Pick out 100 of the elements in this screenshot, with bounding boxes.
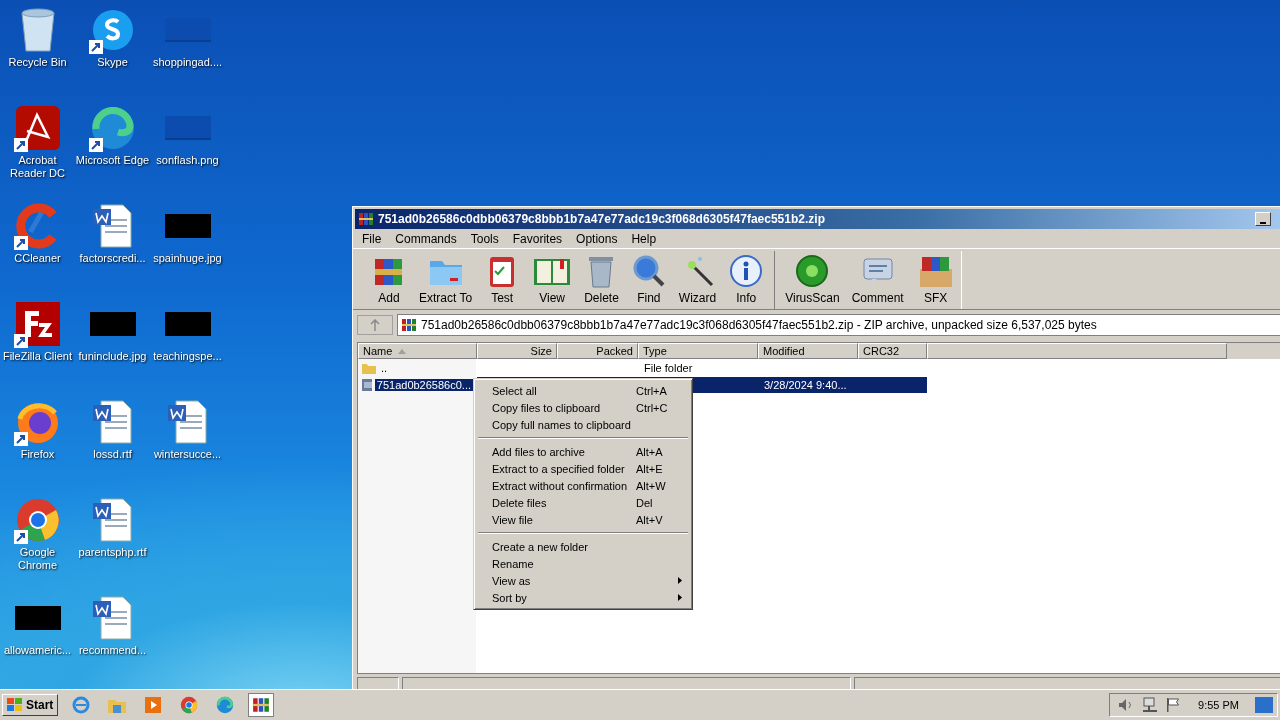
thumbnail-icon [164,18,211,42]
desktop-icon[interactable]: funinclude.jpg [75,300,150,398]
window-title: 751ad0b26586c0dbb06379c8bbb1b7a47e77adc19c3f068d6305f47faec551b2.zip [378,212,826,226]
shortcut-arrow-icon [88,40,103,54]
desktop-icon-label: lossd.rtf [92,448,133,461]
media-player-icon [145,697,162,713]
toolbar-button[interactable]: Test [478,251,527,309]
toolbar-button[interactable]: View [526,251,579,309]
column-header[interactable]: Packed [557,343,638,359]
word-document-icon [90,203,135,249]
word-document-icon [90,497,135,543]
desktop-icon[interactable]: Skype [75,6,150,104]
info-icon [728,253,765,289]
context-menu-item[interactable]: Add files to archive Alt+A [476,443,690,460]
desktop-icon[interactable]: sonflash.png [150,104,225,202]
context-menu-item[interactable]: Sort by [476,589,690,606]
desktop-icon-label: Google Chrome [16,546,59,572]
toolbar-button[interactable]: Add [365,251,413,309]
chrome-icon [180,696,199,714]
acrobat-icon [14,105,61,151]
toolbar-button[interactable]: Comment [845,251,910,309]
column-header[interactable]: CRC32 [858,343,927,359]
menu-item[interactable]: Commands [388,231,464,246]
context-menu-item[interactable]: Copy files to clipboard Ctrl+C [476,399,690,416]
context-menu-item[interactable]: Extract to a specified folder Alt+E [476,460,690,477]
desktop-icon-label: spainhuge.jpg [152,252,223,265]
windows-logo-icon [7,698,23,712]
menu-item[interactable]: Help [624,231,664,246]
clock: 9:55 PM [1198,699,1239,711]
start-button[interactable]: Start [2,694,59,716]
folder-icon [108,697,127,713]
menu-item[interactable]: Tools [463,231,506,246]
context-menu-item[interactable]: Extract without confirmation Alt+W [476,477,690,494]
desktop-icon[interactable]: lossd.rtf [75,398,150,496]
thumbnail-icon [164,214,211,238]
context-menu-item[interactable]: View as [476,572,690,589]
toolbar-button[interactable]: Wizard [672,251,723,309]
taskbar-icon[interactable] [248,693,275,717]
desktop-icon[interactable]: wintersucce... [150,398,225,496]
column-header[interactable]: Modified [758,343,858,359]
desktop-icon-label: factorscredi... [78,252,147,265]
column-header[interactable]: Size [477,343,557,359]
edge-icon [216,696,235,714]
toolbar-button[interactable]: Delete [578,251,625,309]
filezilla-icon [14,301,61,347]
toolbar-button[interactable]: SFX [909,251,962,309]
shortcut-arrow-icon [13,334,28,348]
shortcut-arrow-icon [13,138,28,152]
desktop-icon-label: Acrobat Reader DC [9,154,66,180]
table-cell-text: File folder [643,362,694,374]
context-menu-item[interactable]: Select all Ctrl+A [476,382,690,399]
folder-icon [362,362,376,374]
column-header[interactable]: Type [638,343,758,359]
desktop-icon[interactable]: factorscredi... [75,202,150,300]
minimize-button[interactable] [1255,212,1271,226]
desktop-icon-label: wintersucce... [152,448,223,461]
desktop-icon-label: Skype [96,56,129,69]
desktop-icon[interactable]: teachingspe... [150,300,225,398]
desktop-icon-label: allowameric... [2,644,73,657]
desktop-icon[interactable]: Microsoft Edge [75,104,150,202]
toolbar-button[interactable]: Extract To [413,251,479,309]
toolbar-button[interactable]: Info [722,251,771,309]
file-icon [362,379,372,391]
address-field[interactable]: 751ad0b26586c0dbb06379c8bbb1b7a47e77adc19c3f068d6305f47faec551b2.zip - ZIP archive, unpacked size 6,537,025 bytes [397,314,1280,336]
archive-icon [358,211,374,227]
desktop-icon[interactable]: Acrobat Reader DC [0,104,75,202]
thumbnail-icon [164,312,211,336]
context-menu-item[interactable]: View file Alt+V [476,511,690,528]
toolbar-button[interactable]: VirusScan [779,251,846,309]
desktop-icon-label: Firefox [19,448,56,461]
column-header[interactable]: Name [358,343,477,359]
desktop-icon[interactable]: CCleaner [0,202,75,300]
sort-arrow-icon [398,348,407,354]
table-cell: 3/28/2024 9:40... [762,379,849,391]
shortcut-arrow-icon [88,138,103,152]
desktop-icon[interactable]: Recycle Bin [0,6,75,104]
file-row[interactable]: .. File folder [358,360,1280,376]
table-cell: 751ad0b26586c0... [374,379,473,391]
desktop-icon[interactable]: shoppingad.... [150,6,225,104]
context-menu-item[interactable]: Copy full names to clipboard [476,416,690,433]
desktop-icon-label: shoppingad.... [151,56,224,69]
up-button[interactable] [357,315,393,335]
archive-icon [401,317,417,333]
skype-icon [90,8,135,52]
context-menu-item[interactable]: Delete files Del [476,494,690,511]
menu-item[interactable]: Favorites [505,231,570,246]
desktop-icon-label: funinclude.jpg [77,350,148,363]
desktop-icon[interactable]: spainhuge.jpg [150,202,225,300]
menu-item[interactable]: File [355,231,389,246]
thumbnail-icon [164,116,211,140]
context-menu-item[interactable]: Create a new folder [476,538,690,555]
desktop-icon-label: Recycle Bin [7,56,68,69]
desktop-icon[interactable]: FileZilla Client [0,300,75,398]
desktop-icon[interactable]: Firefox [0,398,75,496]
minimize-icon [1260,221,1266,225]
menu-item[interactable]: Options [569,231,625,246]
toolbar-button[interactable]: Find [624,251,673,309]
desktop-icon-label: recommend... [77,644,148,657]
thumbnail-icon [89,312,136,336]
context-menu-item[interactable]: Rename [476,555,690,572]
